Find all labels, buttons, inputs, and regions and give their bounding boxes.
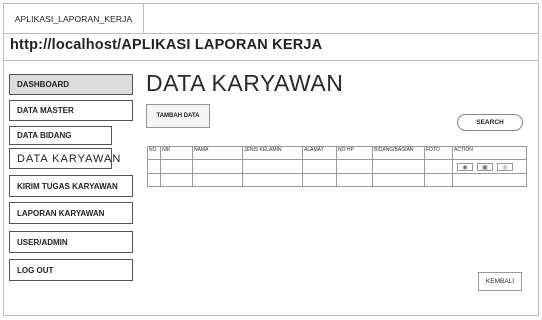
table-cell	[336, 173, 373, 187]
column-header-action: ACTION	[452, 146, 527, 160]
table-cell	[424, 159, 453, 174]
column-header-alamat: ALAMAT	[302, 146, 337, 160]
table-row: ◉ ▣ ◎	[147, 159, 527, 174]
column-header-nik: NIK	[160, 146, 193, 160]
column-header-no: NO	[147, 146, 161, 160]
action-cell: ◉ ▣ ◎	[452, 159, 527, 174]
sidebar-item-data-master[interactable]: DATA MASTER	[9, 100, 133, 121]
table-cell	[452, 173, 527, 187]
table-header-row: NO NIK NAMA JENIS KELAMIN ALAMAT NO HP B…	[147, 146, 527, 160]
column-header-bidang-bagian: BIDANG/BAGIAN	[372, 146, 425, 160]
edit-icon[interactable]: ▣	[477, 163, 493, 171]
table-cell	[160, 173, 193, 187]
page-title: DATA KARYAWAN	[146, 70, 344, 96]
column-header-jenis-kelamin: JENIS KELAMIN	[242, 146, 303, 160]
sidebar-item-data-karyawan[interactable]: DATA KARYAWAN	[9, 148, 120, 169]
table-cell	[336, 159, 373, 174]
employee-table: NO NIK NAMA JENIS KELAMIN ALAMAT NO HP B…	[147, 146, 527, 187]
column-header-foto: FOTO	[424, 146, 453, 160]
tab-title: APLIKASI_LAPORAN_KERJA	[14, 13, 133, 24]
table-cell	[192, 159, 243, 174]
table-row	[147, 173, 527, 187]
table-cell	[372, 159, 425, 174]
address-bar[interactable]: http://localhost/APLIKASI LAPORAN KERJA	[10, 37, 322, 53]
search-button[interactable]: SEARCH	[457, 114, 523, 131]
sidebar-item-laporan-karyawan[interactable]: LAPORAN KARYAWAN	[9, 202, 133, 224]
table-cell	[147, 173, 161, 187]
table-cell	[242, 173, 303, 187]
back-button[interactable]: KEMBALI	[478, 272, 522, 291]
table-cell	[424, 173, 453, 187]
table-cell	[302, 159, 337, 174]
table-cell	[147, 159, 161, 174]
view-icon[interactable]: ◉	[457, 163, 473, 171]
sidebar-item-data-bidang[interactable]: DATA BIDANG	[9, 126, 112, 145]
tabbar-divider	[144, 33, 538, 34]
delete-icon[interactable]: ◎	[497, 163, 513, 171]
browser-tab[interactable]: APLIKASI_LAPORAN_KERJA	[4, 4, 144, 34]
table-cell	[302, 173, 337, 187]
sidebar-item-user-admin[interactable]: USER/ADMIN	[9, 231, 133, 253]
table-cell	[372, 173, 425, 187]
table-cell	[192, 173, 243, 187]
sidebar-item-dashboard[interactable]: DASHBOARD	[9, 74, 133, 95]
sidebar-item-kirim-tugas-karyawan[interactable]: KIRIM TUGAS KARYAWAN	[9, 175, 133, 197]
address-bar-divider	[4, 60, 538, 61]
table-cell	[160, 159, 193, 174]
sidebar-item-log-out[interactable]: LOG OUT	[9, 259, 133, 281]
add-data-button[interactable]: TAMBAH DATA	[146, 104, 210, 128]
table-cell	[242, 159, 303, 174]
column-header-nama: NAMA	[192, 146, 243, 160]
column-header-no-hp: NO HP	[336, 146, 373, 160]
